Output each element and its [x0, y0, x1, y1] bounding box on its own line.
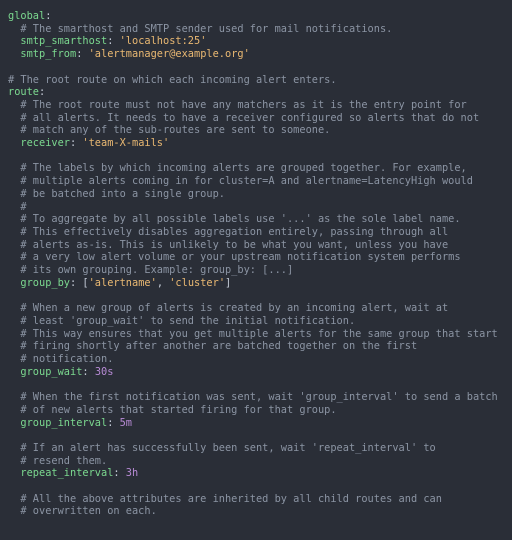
- code-token: :: [70, 137, 82, 149]
- code-token: route: [8, 86, 39, 98]
- code-token: smtp_from: [8, 48, 76, 60]
- code-token: group_wait: [8, 366, 82, 378]
- code-token: # All the above attributes are inherited…: [8, 493, 442, 505]
- code-token: # The smarthost and SMTP sender used for…: [8, 23, 392, 35]
- code-token: # This effectively disables aggregation …: [8, 226, 448, 238]
- code-token: 'alertmanager@example.org': [89, 48, 250, 60]
- code-token: 'cluster': [169, 277, 225, 289]
- code-token: # least 'group_wait' to send the initial…: [8, 315, 355, 327]
- code-token: group_interval: [8, 417, 107, 429]
- code-token: :: [82, 366, 94, 378]
- code-token: global: [8, 10, 45, 22]
- code-token: #: [8, 201, 27, 213]
- code-token: :: [107, 417, 119, 429]
- code-token: # When the first notification was sent, …: [8, 391, 498, 403]
- code-token: # alerts as-is. This is unlikely to be w…: [8, 239, 448, 251]
- code-token: 3h: [126, 467, 138, 479]
- code-token: # This way ensures that you get multiple…: [8, 328, 498, 340]
- code-token: # firing shortly after another are batch…: [8, 340, 417, 352]
- code-token: ,: [157, 277, 169, 289]
- code-token: 30s: [95, 366, 114, 378]
- code-token: # a very low alert volume or your upstre…: [8, 251, 461, 263]
- code-token: smtp_smarthost: [8, 35, 107, 47]
- code-token: ]: [225, 277, 231, 289]
- code-token: group_by: [8, 277, 70, 289]
- code-token: # all alerts. It needs to have a receive…: [8, 112, 479, 124]
- code-token: # The root route on which each incoming …: [8, 74, 337, 86]
- yaml-config-code: global: # The smarthost and SMTP sender …: [0, 0, 512, 528]
- code-token: # notification.: [8, 353, 113, 365]
- code-token: # If an alert has successfully been sent…: [8, 442, 436, 454]
- code-token: # of new alerts that started firing for …: [8, 404, 337, 416]
- code-token: # The labels by which incoming alerts ar…: [8, 162, 467, 174]
- code-token: : [: [70, 277, 89, 289]
- code-token: :: [113, 467, 125, 479]
- code-token: 5m: [120, 417, 132, 429]
- code-token: repeat_interval: [8, 467, 113, 479]
- code-token: # The root route must not have any match…: [8, 99, 467, 111]
- code-token: receiver: [8, 137, 70, 149]
- code-token: # To aggregate by all possible labels us…: [8, 213, 461, 225]
- code-token: 'team-X-mails': [82, 137, 169, 149]
- code-token: # its own grouping. Example: group_by: […: [8, 264, 293, 276]
- code-token: :: [45, 10, 51, 22]
- code-token: :: [107, 35, 119, 47]
- code-token: :: [39, 86, 45, 98]
- code-token: # match any of the sub-routes are sent t…: [8, 124, 330, 136]
- code-token: # overwritten on each.: [8, 505, 157, 517]
- code-token: # be batched into a single group.: [8, 188, 225, 200]
- code-token: # multiple alerts coming in for cluster=…: [8, 175, 473, 187]
- code-token: :: [76, 48, 88, 60]
- code-token: 'alertname': [89, 277, 157, 289]
- code-token: # When a new group of alerts is created …: [8, 302, 448, 314]
- code-token: 'localhost:25': [120, 35, 207, 47]
- code-token: # resend them.: [8, 455, 107, 467]
